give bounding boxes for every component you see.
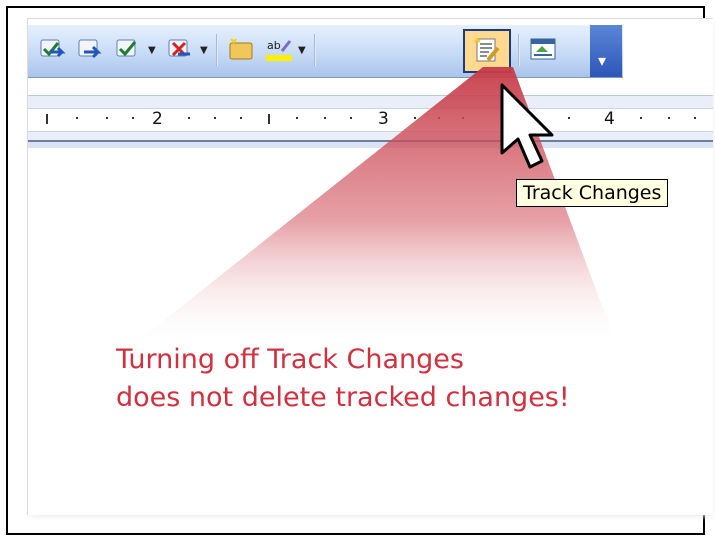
- ruler-tick: [76, 117, 78, 119]
- spotlight-beam: [128, 67, 618, 349]
- accept-change-icon[interactable]: [38, 35, 68, 65]
- track-changes-icon: [474, 38, 500, 62]
- warning-callout: Turning off Track Changes does not delet…: [116, 341, 570, 417]
- reject-change-icon[interactable]: [166, 35, 196, 65]
- reject-dropdown-icon[interactable]: ▼: [200, 45, 208, 56]
- callout-line-1: Turning off Track Changes: [116, 344, 464, 375]
- next-change-icon[interactable]: [76, 35, 106, 65]
- ruler-label: 3: [378, 109, 389, 129]
- horizontal-ruler: 2 3 4: [28, 95, 713, 148]
- toolbar-separator: [216, 34, 218, 66]
- ruler-bottom-edge: [28, 140, 713, 148]
- ruler-scale: 2 3 4: [28, 108, 713, 132]
- highlight-dropdown-icon[interactable]: ▼: [298, 45, 306, 56]
- svg-text:ab: ab: [267, 39, 281, 52]
- chevron-down-icon: ▾: [598, 51, 607, 70]
- reviewing-toolbar: ▼ ▼ ab ▼ ▾: [28, 25, 623, 78]
- callout-line-2: does not delete tracked changes!: [116, 382, 570, 413]
- accept-dropdown-icon[interactable]: ▼: [148, 45, 156, 56]
- ruler-tick: [568, 117, 570, 119]
- ruler-tick: [694, 117, 696, 119]
- ruler-tick: [268, 114, 270, 124]
- ruler-tick: [188, 117, 190, 119]
- ruler-tick: [106, 117, 108, 119]
- toolbar-separator: [518, 34, 520, 66]
- ruler-tick: [214, 117, 216, 119]
- ruler-tick: [462, 117, 464, 119]
- track-changes-button[interactable]: [463, 29, 511, 73]
- ruler-label: 4: [604, 109, 615, 129]
- new-comment-icon[interactable]: [226, 35, 256, 65]
- ruler-tick: [438, 117, 440, 119]
- ruler-tick: [240, 117, 242, 119]
- accept-all-icon[interactable]: [114, 35, 144, 65]
- ruler-tick: [324, 117, 326, 119]
- mouse-pointer-icon: [500, 83, 554, 169]
- ruler-tick: [46, 114, 48, 124]
- ruler-tick: [350, 117, 352, 119]
- ruler-tick: [668, 117, 670, 119]
- reviewing-pane-icon[interactable]: [528, 35, 558, 65]
- ruler-tick: [640, 117, 642, 119]
- ruler-label: 2: [152, 109, 163, 129]
- toolbar-options-icon[interactable]: ▾: [590, 25, 622, 77]
- document-window: ▼ ▼ ab ▼ ▾ 2 3 4 Track Changes Turning o…: [27, 18, 713, 515]
- toolbar-separator: [314, 34, 316, 66]
- track-changes-tooltip: Track Changes: [516, 179, 669, 207]
- ruler-tick: [132, 117, 134, 119]
- ruler-tick: [296, 117, 298, 119]
- ruler-tick: [414, 117, 416, 119]
- highlight-icon[interactable]: ab: [264, 35, 294, 65]
